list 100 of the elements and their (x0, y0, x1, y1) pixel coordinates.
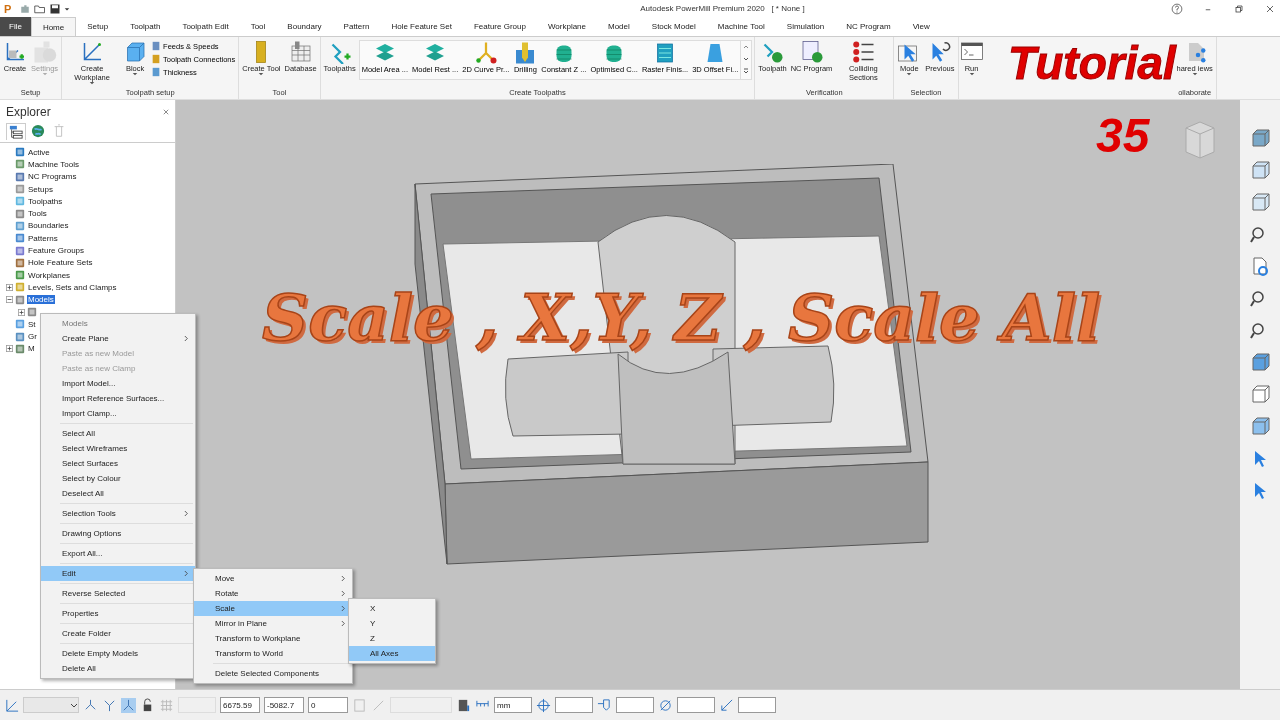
ribbon-tab[interactable]: Pattern (332, 17, 381, 36)
menu-item[interactable]: Deselect All (41, 486, 195, 501)
view-cube-icon[interactable] (1250, 352, 1270, 372)
ribbon-tab[interactable]: File (0, 17, 31, 36)
angle-icon[interactable] (719, 697, 734, 713)
menu-item[interactable]: Drawing Options (41, 526, 195, 541)
collapse-icon[interactable] (6, 296, 13, 304)
tree-item[interactable]: Gr (27, 332, 38, 342)
tree-item[interactable]: M (27, 344, 36, 354)
menu-item[interactable]: Transform to World (194, 646, 352, 661)
input-field[interactable] (555, 697, 593, 713)
workplane-icon[interactable] (4, 697, 19, 713)
ribbon-tab[interactable]: Workplane (536, 17, 597, 36)
menu-item[interactable]: Delete Selected Components (194, 666, 352, 681)
menu-item[interactable]: Mirror in Plane (194, 616, 352, 631)
ribbon-tab[interactable]: Boundary (276, 17, 333, 36)
node-icon (15, 282, 25, 293)
menu-item[interactable]: All Axes (349, 646, 435, 661)
menu-item[interactable]: Create Folder (41, 626, 195, 641)
diameter-icon[interactable] (658, 697, 673, 713)
menu-item[interactable]: Delete All (41, 661, 195, 676)
ribbon-tab[interactable]: Stock Model (640, 17, 707, 36)
menu-item[interactable]: Move (194, 571, 352, 586)
tree-item[interactable]: Workplanes (27, 270, 72, 280)
expand-icon[interactable] (18, 308, 25, 316)
axis-icon[interactable] (121, 697, 136, 713)
view-cube-icon[interactable] (1250, 128, 1270, 148)
tree-item[interactable]: Boundaries (27, 221, 70, 231)
tree-item[interactable]: Feature Groups (27, 246, 86, 255)
input-field[interactable] (738, 697, 776, 713)
panel-tab[interactable] (29, 123, 47, 139)
view-cube-icon[interactable] (1250, 416, 1270, 436)
ribbon-tab[interactable]: Simulation (775, 17, 836, 36)
menu-item[interactable]: Selection Tools (41, 506, 195, 521)
expand-icon[interactable] (6, 345, 13, 353)
tree-item[interactable]: Machine Tools (27, 159, 80, 169)
crosshair-icon[interactable] (536, 697, 551, 713)
menu-item[interactable]: X (349, 601, 435, 616)
input-field[interactable] (616, 697, 654, 713)
tree-item[interactable]: NC Programs (27, 172, 78, 182)
tree-item[interactable]: Hole Feature Sets (27, 258, 94, 268)
expand-icon[interactable] (6, 283, 13, 291)
menu-item[interactable]: Rotate (194, 586, 352, 601)
close-icon[interactable] (163, 109, 169, 115)
menu-item[interactable]: Import Clamp... (41, 406, 195, 421)
menu-item[interactable]: Edit (41, 566, 195, 581)
refresh-icon[interactable] (1250, 256, 1270, 276)
menu-item[interactable]: Transform to Workplane (194, 631, 352, 646)
view-cube-icon[interactable] (1250, 160, 1270, 180)
tree-item[interactable]: Levels, Sets and Clamps (27, 282, 118, 292)
tree-item[interactable]: Setups (27, 184, 54, 194)
menu-item[interactable]: Z (349, 631, 435, 646)
ribbon-tab[interactable]: Hole Feature Set (380, 17, 463, 36)
ribbon-tab[interactable]: Toolpath Edit (171, 17, 240, 36)
tree-item[interactable]: Toolpaths (27, 196, 64, 206)
ribbon-tab[interactable]: NC Program (835, 17, 902, 36)
ribbon-tab[interactable]: Feature Group (462, 17, 537, 36)
menu-item[interactable]: Properties (41, 606, 195, 621)
node-icon (15, 233, 25, 244)
tree-item[interactable]: Patterns (27, 233, 59, 243)
coordinate-field[interactable]: 6675.59 (220, 697, 260, 713)
tree-item[interactable]: Active (27, 147, 51, 157)
menu-item[interactable]: Export All... (41, 546, 195, 561)
ribbon-tab[interactable]: Toolpath (119, 17, 172, 36)
ribbon-tab[interactable]: View (901, 17, 941, 36)
view-cube-icon[interactable] (1250, 384, 1270, 404)
menu-item[interactable]: Select All (41, 426, 195, 441)
save-icon[interactable] (49, 2, 61, 15)
input-field[interactable] (677, 697, 715, 713)
help-icon[interactable] (1171, 2, 1183, 15)
tree-icon (9, 125, 23, 139)
menu-item[interactable]: Reverse Selected (41, 586, 195, 601)
ribbon-tab[interactable]: Tool (239, 17, 277, 36)
ribbon-tab[interactable]: Model (597, 17, 641, 36)
panel-tab[interactable] (6, 123, 26, 140)
node-icon (15, 208, 25, 219)
coordinate-field[interactable]: -5082.7 (264, 697, 304, 713)
ribbon-tab[interactable]: Setup (76, 17, 120, 36)
tree-item[interactable]: Models (27, 295, 55, 305)
ribbon-tab[interactable]: Machine Tool (706, 17, 776, 36)
coordinate-field[interactable]: 0 (308, 697, 348, 713)
menu-item[interactable]: Select by Colour (41, 471, 195, 486)
tree-item[interactable]: Tools (27, 209, 48, 219)
menu-item[interactable]: Select Surfaces (41, 456, 195, 471)
menu-item[interactable]: Import Model... (41, 376, 195, 391)
puzzle-icon[interactable] (19, 2, 31, 15)
tree-item[interactable]: St (27, 319, 37, 329)
menu-item[interactable]: Create Plane (41, 331, 195, 346)
folder-icon[interactable] (34, 2, 46, 15)
menu-item[interactable]: Import Reference Surfaces... (41, 391, 195, 406)
units-field[interactable]: mm (494, 697, 532, 713)
node-icon (15, 257, 25, 268)
menu-item[interactable]: Select Wireframes (41, 441, 195, 456)
menu-item[interactable]: Delete Empty Models (41, 646, 195, 661)
calculator-icon[interactable] (456, 697, 471, 713)
ribbon-tab[interactable]: Home (30, 17, 77, 36)
menu-item[interactable]: Y (349, 616, 435, 631)
restore-icon[interactable] (1233, 2, 1245, 15)
node-icon (15, 343, 25, 354)
view-cube-icon[interactable] (1250, 192, 1270, 212)
